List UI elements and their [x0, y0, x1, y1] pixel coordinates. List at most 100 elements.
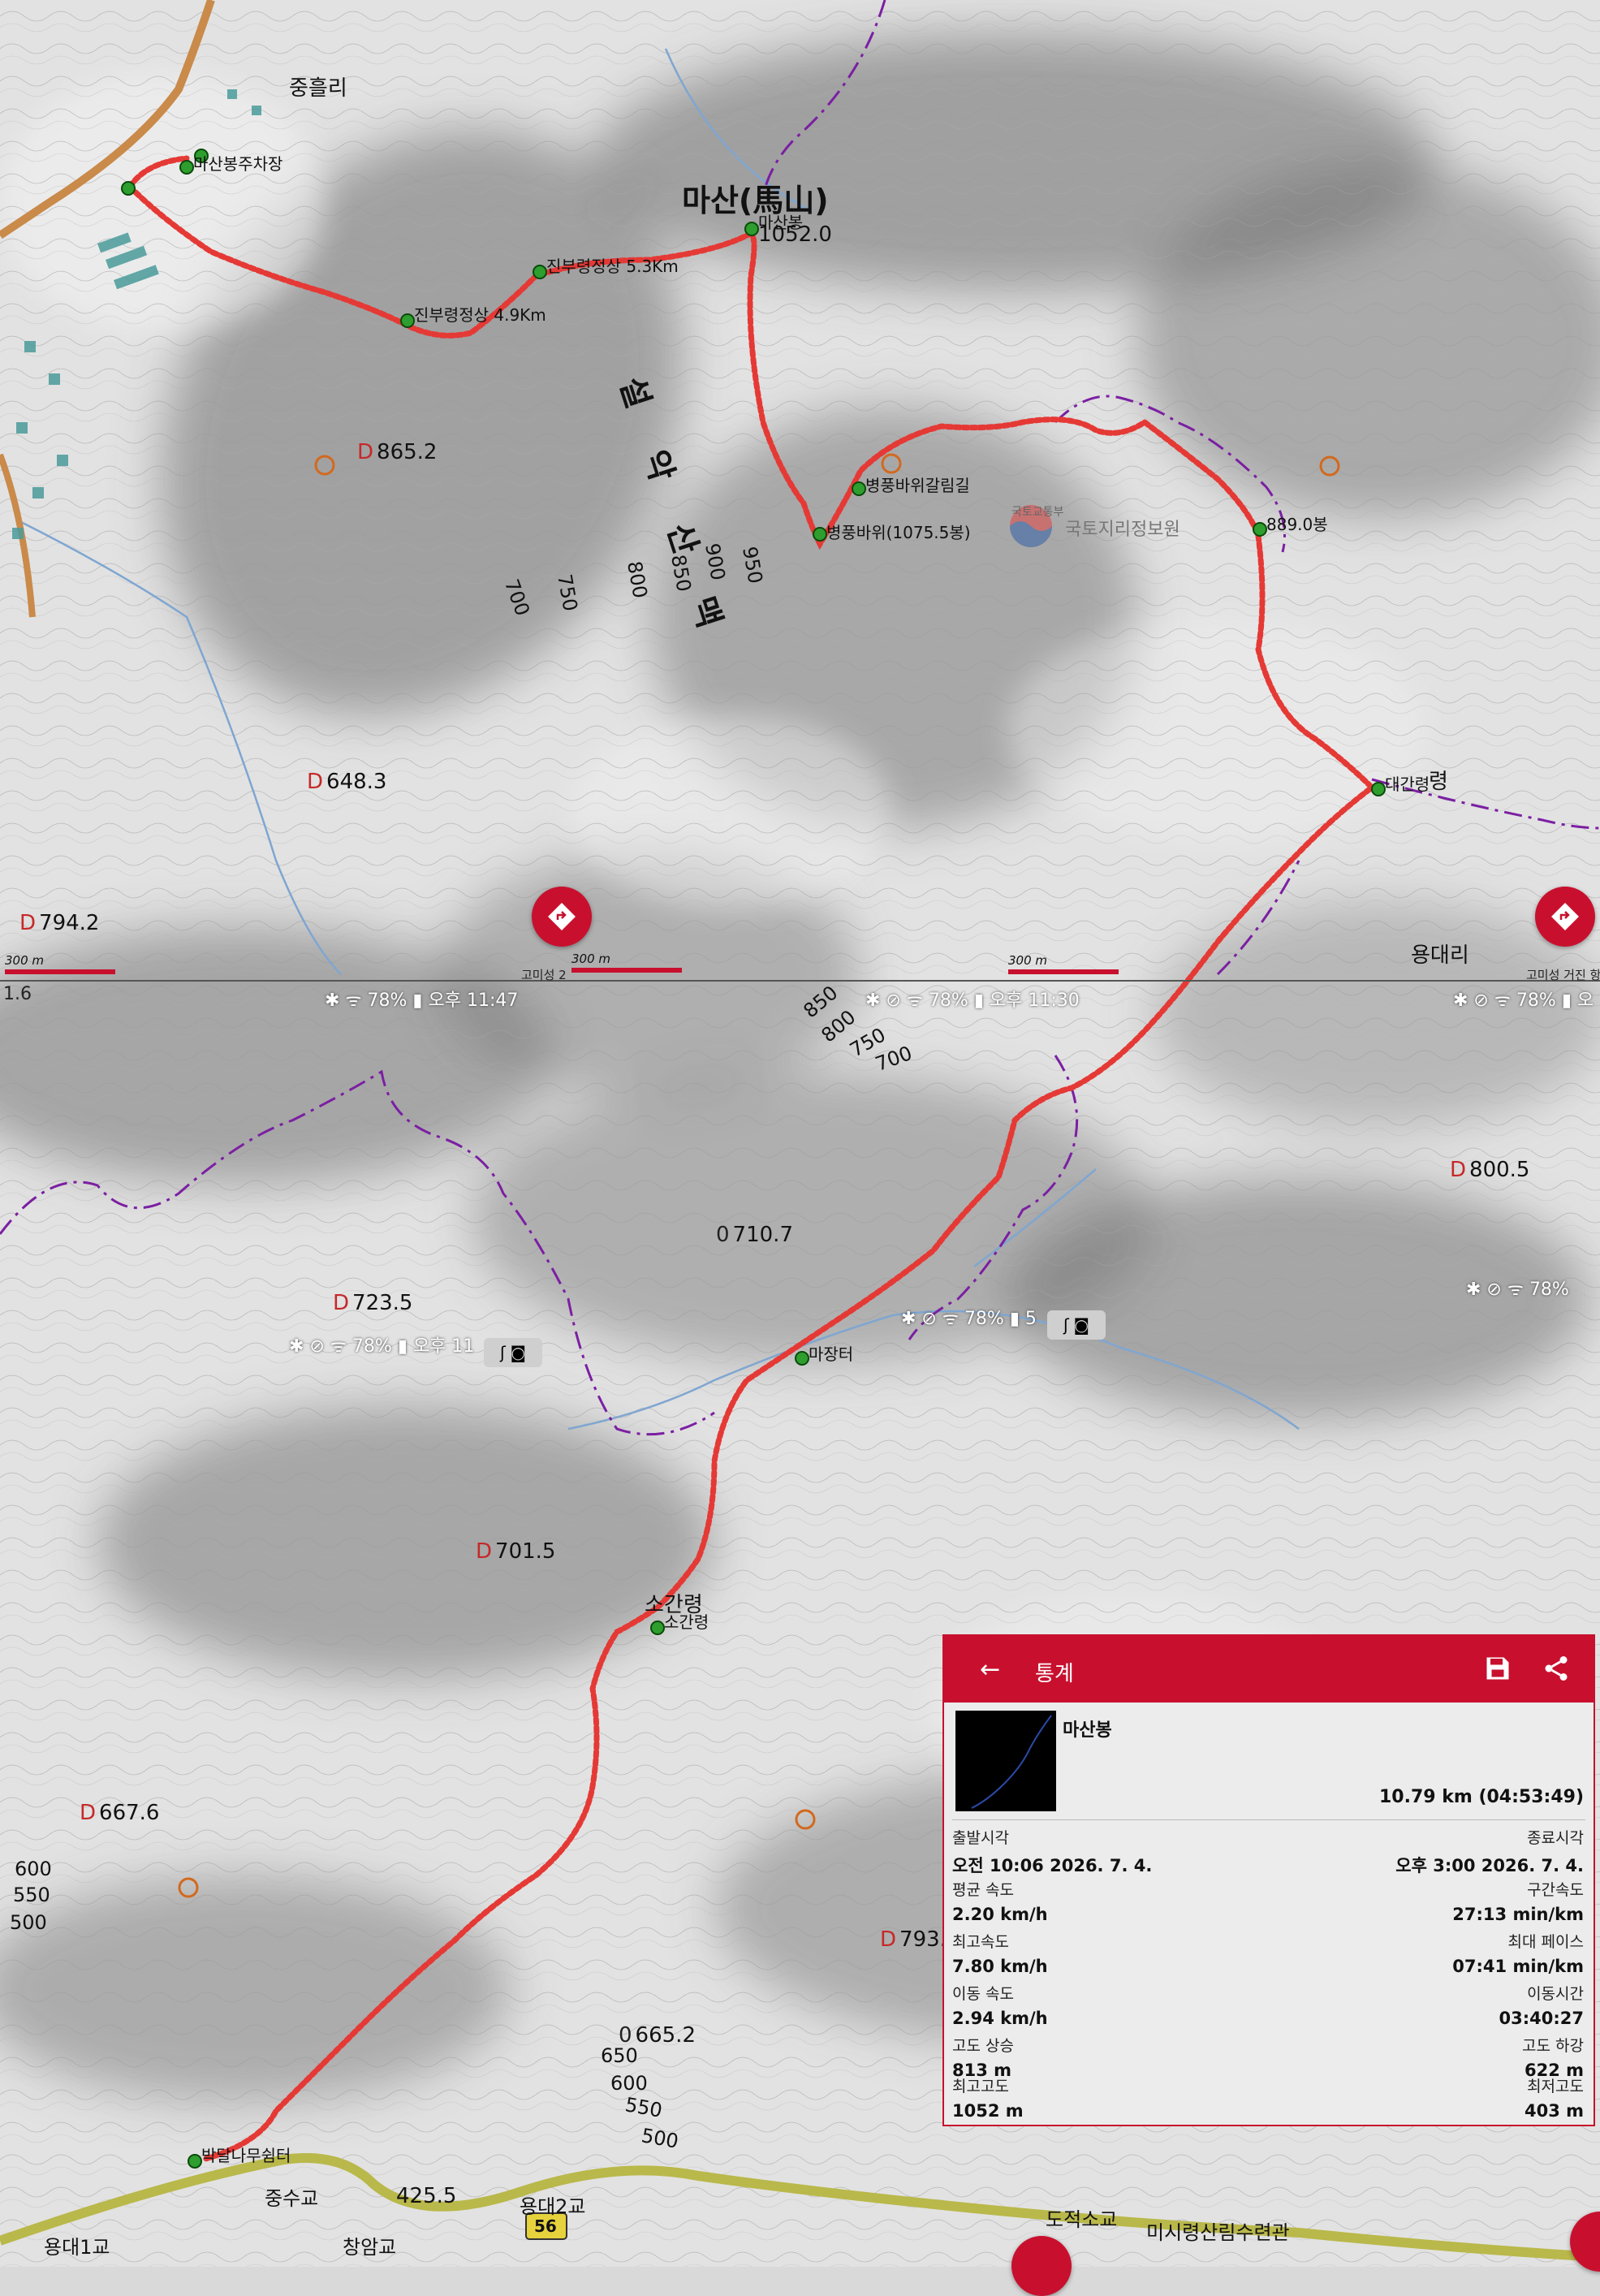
route-icon: ʃ — [499, 1343, 506, 1362]
status-bar: ✱ ⊘ ᯤ 78% — [1466, 1280, 1569, 1300]
overlay-chip[interactable]: ʃ ◙ — [1047, 1310, 1106, 1340]
elev-648: 648.3 — [326, 770, 387, 794]
scale-bar: 300 m — [5, 953, 115, 974]
stats-row: 최고고도 1052 m 최저고도 403 m — [952, 2074, 1584, 2123]
waypoint-jinbu-49: 진부령정상 4.9Km — [414, 305, 546, 325]
directions-button[interactable] — [532, 887, 592, 947]
stat-value: 07:41 min/km — [1452, 1957, 1584, 1976]
status-fragment: 1.6 — [3, 984, 32, 1004]
stats-panel: ← 통계 마산봉 10.79 km (04:53:49) 출발시각 오전 10:0… — [942, 1634, 1595, 2126]
stats-row: 이동 속도 2.94 km/h 이동시간 03:40:27 — [952, 1982, 1584, 2031]
waypoint-jinbu-53: 진부령정상 5.3Km — [546, 257, 679, 276]
stats-title: 통계 — [1035, 1662, 1074, 1686]
stat-value: 2.20 km/h — [952, 1905, 1048, 1924]
back-arrow-icon[interactable]: ← — [980, 1655, 1000, 1684]
elev-marker: D — [307, 770, 324, 794]
stat-value: 03:40:27 — [1499, 2009, 1584, 2028]
stat-value: 2.94 km/h — [952, 2009, 1048, 2028]
track-thumbnail — [955, 1711, 1056, 1811]
elev-701: 701.5 — [495, 1539, 556, 1564]
target-icon: ◙ — [510, 1343, 527, 1362]
stat-label: 구간속도 — [1527, 1881, 1584, 1899]
stat-label: 최고속도 — [952, 1933, 1009, 1951]
ngii-ministry: 국토교통부 — [1011, 506, 1064, 519]
route-icon: ʃ — [1063, 1315, 1069, 1335]
waypoint-daegan-big: 령 — [1429, 770, 1448, 794]
ngii-name: 국토지리정보원 — [1065, 520, 1180, 540]
place-jungheulli: 중흘리 — [289, 76, 347, 101]
waypoint-daegan: 대간령 — [1385, 775, 1430, 794]
contour-label: 500 — [639, 2124, 680, 2153]
waypoint-peak-889: 889.0봉 — [1266, 515, 1328, 534]
stats-row: 출발시각 오전 10:06 2026. 7. 4. 종료시각 오후 3:00 202… — [952, 1826, 1584, 1875]
contour-label: 800 — [623, 559, 652, 600]
directions-icon — [548, 903, 576, 930]
elev-425: 425.5 — [396, 2184, 457, 2208]
track-name: 마산봉 — [1063, 1720, 1112, 1741]
stat-label: 고도 상승 — [952, 2037, 1014, 2055]
elev-marker: D — [880, 1927, 897, 1952]
peak-title: 마산(馬山) — [682, 183, 829, 218]
elev-marker: D — [357, 440, 374, 464]
divider — [952, 1819, 1585, 1820]
stat-value: 1052 m — [952, 2101, 1024, 2121]
waypoint-masan-parking: 마산봉주차장 — [193, 154, 283, 174]
status-bar: ✱ ⊘ ᯤ 78% ▮ 오후 11 — [289, 1336, 475, 1357]
attribution: 고미성 거진 항 — [1526, 968, 1600, 982]
place-jungsugyo: 중수교 — [265, 2187, 319, 2210]
contour-label: 650 — [601, 2044, 638, 2067]
directions-icon — [1551, 903, 1579, 930]
share-icon[interactable] — [1542, 1654, 1571, 1686]
stats-header: ← 통계 — [944, 1636, 1594, 1703]
status-bar: ✱ ⊘ ᯤ 78% ▮ 5 — [901, 1309, 1037, 1329]
stat-value: 오후 3:00 2026. 7. 4. — [1395, 1856, 1584, 1875]
stats-row: 평균 속도 2.20 km/h 구간속도 27:13 min/km — [952, 1878, 1584, 1927]
stat-label: 이동 속도 — [952, 1985, 1014, 2003]
contour-label: 550 — [13, 1884, 50, 1906]
directions-button[interactable] — [1535, 887, 1595, 947]
stat-value: 오전 10:06 2026. 7. 4. — [952, 1856, 1153, 1875]
place-yongdae2gyo: 용대2교 — [520, 2195, 586, 2218]
attribution: 고미성 2 — [521, 968, 567, 982]
save-icon[interactable] — [1483, 1654, 1512, 1686]
contour-label: 550 — [623, 2093, 664, 2122]
stat-value: 403 m — [1524, 2101, 1584, 2121]
place-misiryeong: 미시령산림수련관 — [1146, 2221, 1290, 2244]
elev-marker: 0 — [716, 1223, 730, 1247]
elev-800: 800.5 — [1469, 1158, 1530, 1182]
elev-865: 865.2 — [377, 440, 438, 464]
waypoint-majangteo: 마장터 — [809, 1344, 854, 1364]
elev-marker: D — [19, 911, 37, 935]
directions-button[interactable] — [1011, 2236, 1072, 2296]
stat-label: 종료시각 — [1527, 1829, 1584, 1847]
contour-label: 950 — [738, 545, 767, 585]
elev-marker: D — [1450, 1158, 1467, 1182]
contour-label: 850 — [666, 553, 696, 593]
place-changamgyo: 창암교 — [343, 2236, 397, 2259]
target-icon: ◙ — [1073, 1315, 1090, 1335]
elev-794: 794.2 — [39, 911, 100, 935]
status-bar: ✱ ⊘ ᯤ 78% ▮ 오후 11:30 — [865, 990, 1080, 1011]
stats-row: 최고속도 7.80 km/h 최대 페이스 07:41 min/km — [952, 1930, 1584, 1979]
contour-label: 900 — [701, 542, 730, 582]
contour-label: 600 — [610, 2072, 648, 2095]
status-bar: ✱ ⊘ ᯤ 78% ▮ 오 — [1453, 990, 1594, 1011]
elev-marker: D — [80, 1801, 97, 1825]
stat-value: 7.80 km/h — [952, 1957, 1048, 1976]
track-distance-time: 10.79 km (04:53:49) — [1378, 1787, 1584, 1807]
elev-665: 665.2 — [635, 2023, 696, 2048]
stat-label: 이동시간 — [1527, 1985, 1584, 2003]
elev-marker: D — [333, 1291, 350, 1315]
overlay-chip[interactable]: ʃ ◙ — [484, 1338, 542, 1367]
waypoint-byeongpung-junction: 병풍바위갈림길 — [865, 476, 970, 495]
scale-bar: 300 m — [1008, 953, 1119, 974]
elev-masan: 1052.0 — [758, 222, 832, 247]
waypoint-sogan: 소간령 — [664, 1612, 709, 1632]
contour-label: 500 — [10, 1911, 47, 1934]
contour-label: 600 — [15, 1858, 52, 1880]
scale-bar: 300 m — [571, 952, 682, 973]
elev-667: 667.6 — [99, 1801, 160, 1825]
stat-value: 27:13 min/km — [1452, 1905, 1584, 1924]
elev-723: 723.5 — [352, 1291, 413, 1315]
stat-label: 고도 하강 — [1522, 2037, 1584, 2055]
